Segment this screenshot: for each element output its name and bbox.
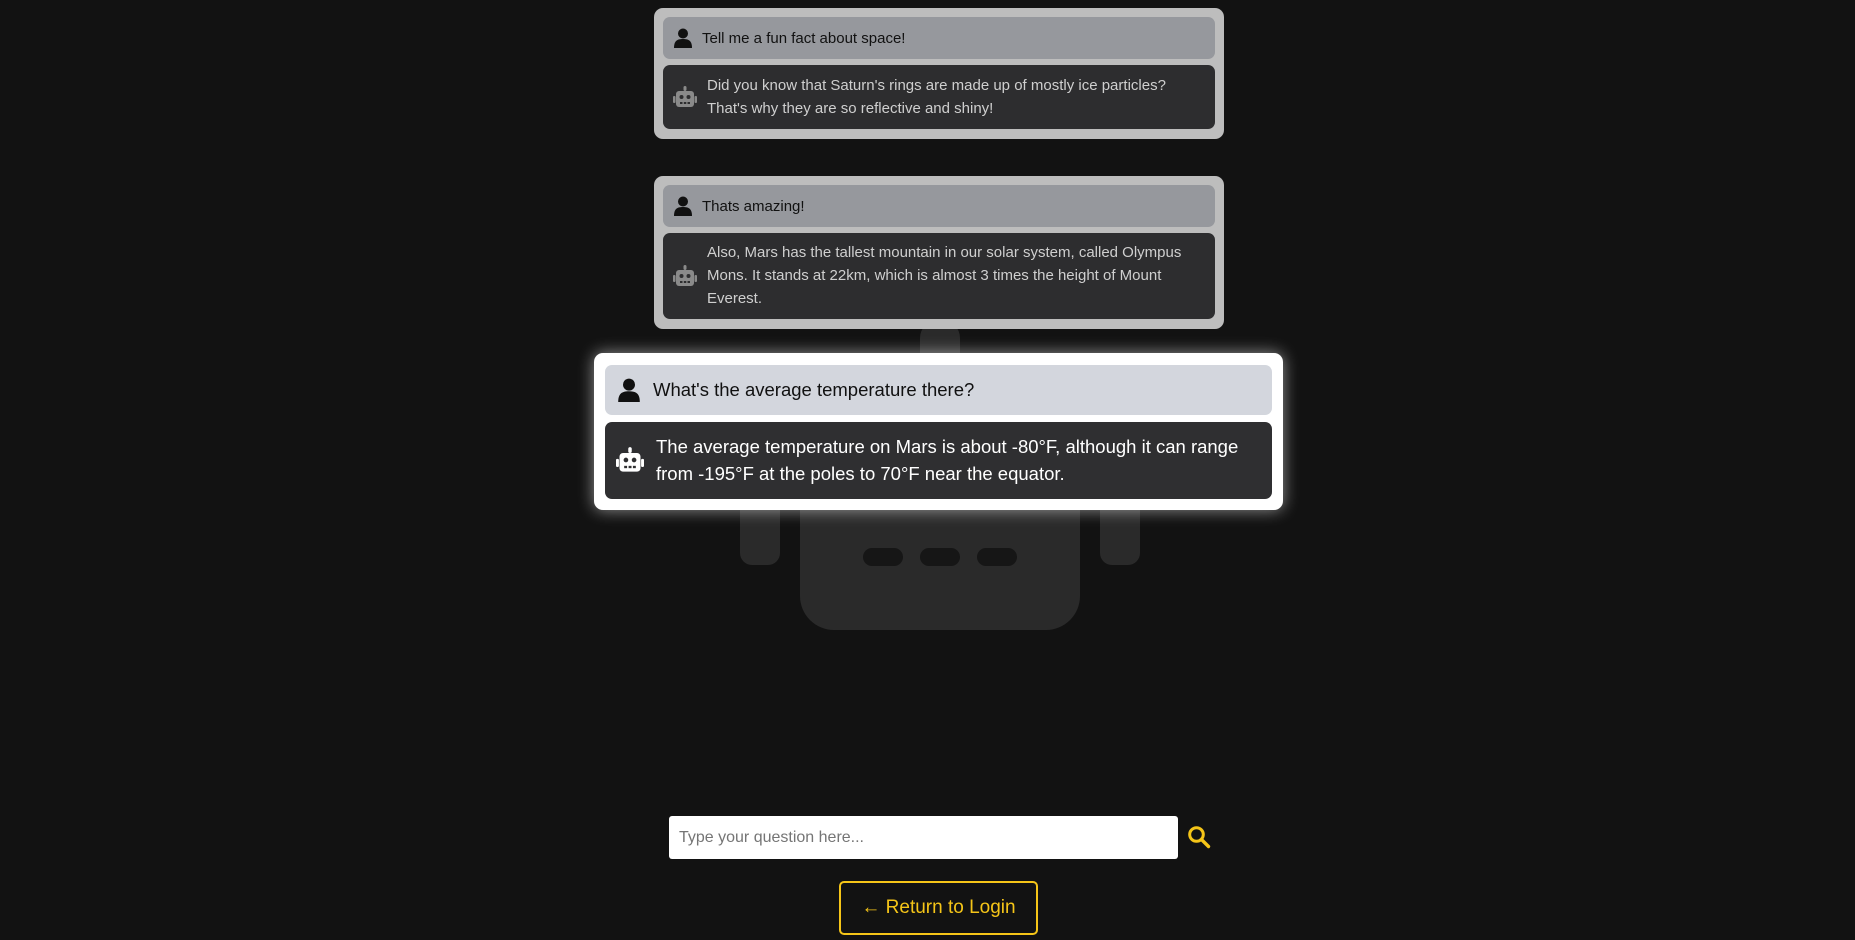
user-icon — [673, 28, 693, 48]
robot-icon — [673, 85, 697, 109]
bot-message: The average temperature on Mars is about… — [605, 422, 1272, 499]
user-message: What's the average temperature there? — [605, 365, 1272, 415]
active-chat-card: What's the average temperature there? Th… — [594, 353, 1283, 510]
user-icon — [617, 378, 641, 402]
user-message: Tell me a fun fact about space! — [663, 17, 1215, 59]
return-to-login-button[interactable]: ← Return to Login — [839, 881, 1038, 935]
chat-card: Thats amazing! Also, Mars has the talles… — [654, 176, 1224, 329]
user-icon — [673, 196, 693, 216]
bot-message-text: The average temperature on Mars is about… — [656, 436, 1239, 484]
bot-message: Did you know that Saturn's rings are mad… — [663, 65, 1215, 129]
user-message: Thats amazing! — [663, 185, 1215, 227]
question-input[interactable] — [669, 816, 1178, 859]
user-message-text: What's the average temperature there? — [653, 379, 975, 400]
search-icon — [1188, 826, 1211, 849]
user-message-text: Tell me a fun fact about space! — [702, 29, 906, 47]
user-message-text: Thats amazing! — [702, 197, 805, 215]
bot-message: Also, Mars has the tallest mountain in o… — [663, 233, 1215, 319]
robot-icon — [673, 264, 697, 288]
bot-message-text: Did you know that Saturn's rings are mad… — [707, 76, 1166, 117]
robot-icon — [616, 446, 644, 474]
search-button[interactable] — [1187, 825, 1211, 851]
bot-message-text: Also, Mars has the tallest mountain in o… — [707, 244, 1182, 307]
chat-card: Tell me a fun fact about space! Did you … — [654, 8, 1224, 139]
